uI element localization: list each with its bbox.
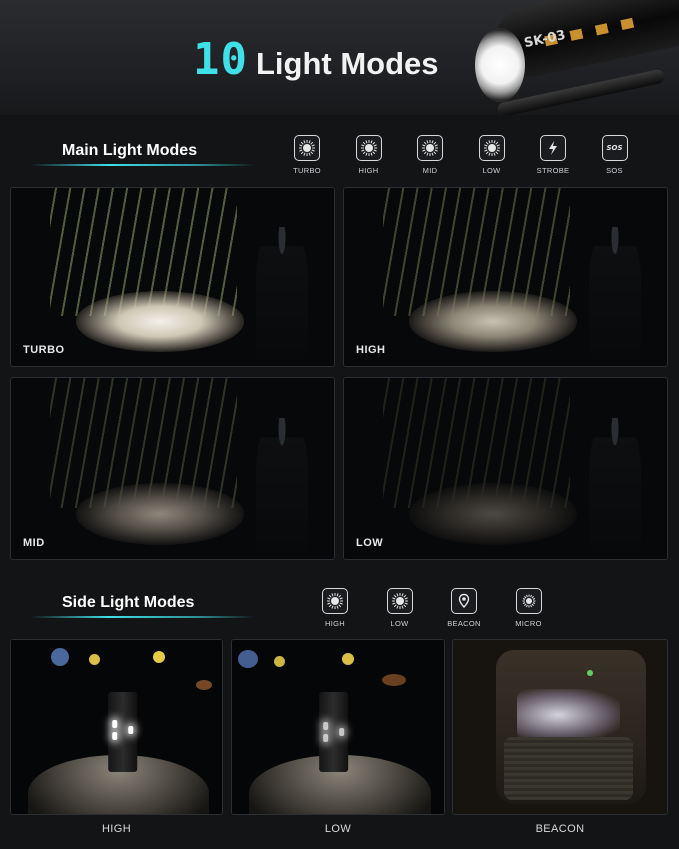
main-section-title: Main Light Modes (62, 142, 198, 159)
lit-path (75, 291, 244, 352)
forest-scene (344, 188, 667, 366)
sun-icon (294, 135, 320, 161)
sun-icon (386, 588, 413, 614)
side-mode-low: LOW (375, 588, 425, 628)
person-silhouette (589, 227, 642, 359)
side-led (322, 734, 328, 743)
bokeh-light (196, 680, 212, 690)
sos-icon: SOS (601, 135, 628, 161)
person-silhouette (256, 417, 309, 552)
side-section-title: Side Light Modes (62, 594, 195, 611)
sun-icon (322, 588, 348, 614)
label-side-high: HIGH (101, 823, 132, 835)
flashlight-image: SK-03 (472, 0, 679, 115)
lightning-icon (540, 135, 566, 161)
photo-label-high: HIGH (356, 344, 386, 356)
forest-scene (11, 188, 334, 366)
flashlight-standing (108, 692, 138, 773)
small-sun-icon (515, 588, 542, 614)
lit-path (408, 482, 577, 545)
side-mode-micro: MICRO (504, 588, 554, 628)
forest-scene (11, 378, 334, 559)
photo-label-mid: MID (23, 537, 45, 549)
photo-turbo: TURBO (10, 187, 335, 367)
main-mode-sos: SOS SOS (590, 135, 640, 175)
mode-label: SOS (606, 166, 623, 175)
mode-label: HIGH (358, 166, 379, 175)
backpack-pocket (504, 737, 633, 801)
page-title: 10 Light Modes (193, 34, 439, 85)
flashlight-standing (318, 692, 349, 773)
mode-label: STROBE (536, 166, 570, 175)
main-section-underline (30, 164, 255, 166)
side-mode-beacon: BEACON (439, 588, 489, 628)
photo-high: HIGH (343, 187, 668, 367)
forest-scene (344, 378, 667, 559)
photo-label-turbo: TURBO (23, 344, 65, 356)
main-mode-turbo: TURBO (282, 135, 332, 175)
location-pin-icon (451, 588, 477, 614)
mode-label: BEACON (447, 619, 481, 628)
main-mode-low: LOW (467, 135, 517, 175)
bokeh-light (153, 651, 165, 663)
mode-label: MICRO (515, 619, 542, 628)
photo-label-low: LOW (356, 537, 384, 549)
side-section-underline (30, 616, 255, 618)
bokeh-light (89, 654, 100, 665)
side-mode-high: HIGH (310, 588, 360, 628)
title-number: 10 (193, 34, 248, 85)
main-mode-strobe: STROBE (528, 135, 578, 175)
photo-side-high (10, 639, 223, 815)
bokeh-light (342, 653, 354, 665)
sun-icon (355, 135, 382, 161)
photo-side-beacon (452, 639, 668, 815)
mode-label: TURBO (293, 166, 321, 175)
person-silhouette (589, 417, 642, 552)
photo-side-low (231, 639, 445, 815)
mode-label: LOW (390, 619, 409, 628)
sun-icon (478, 135, 505, 161)
bokeh-light (51, 648, 69, 666)
bokeh-light (238, 650, 258, 668)
label-side-beacon: BEACON (535, 823, 585, 835)
sun-icon (417, 135, 443, 161)
mode-label: LOW (482, 166, 501, 175)
label-side-low: LOW (324, 823, 352, 835)
side-led (339, 728, 345, 737)
main-mode-high: HIGH (344, 135, 394, 175)
flashlight-lens (475, 28, 525, 102)
lit-path (408, 291, 577, 352)
bokeh-light (382, 674, 406, 686)
mode-label: MID (422, 166, 438, 175)
side-led (112, 732, 118, 741)
green-light (587, 670, 593, 676)
beacon-glow (517, 688, 620, 741)
title-text: Light Modes (255, 46, 439, 81)
side-led (112, 720, 118, 729)
mode-label: HIGH (325, 619, 345, 628)
side-led (128, 726, 134, 735)
main-mode-mid: MID (405, 135, 455, 175)
photo-mid: MID (10, 377, 335, 560)
lit-path (75, 482, 244, 545)
person-silhouette (256, 227, 309, 359)
side-led (322, 722, 328, 731)
photo-low: LOW (343, 377, 668, 560)
hero-banner: 10 Light Modes SK-03 (0, 0, 679, 115)
bokeh-light (274, 656, 285, 667)
